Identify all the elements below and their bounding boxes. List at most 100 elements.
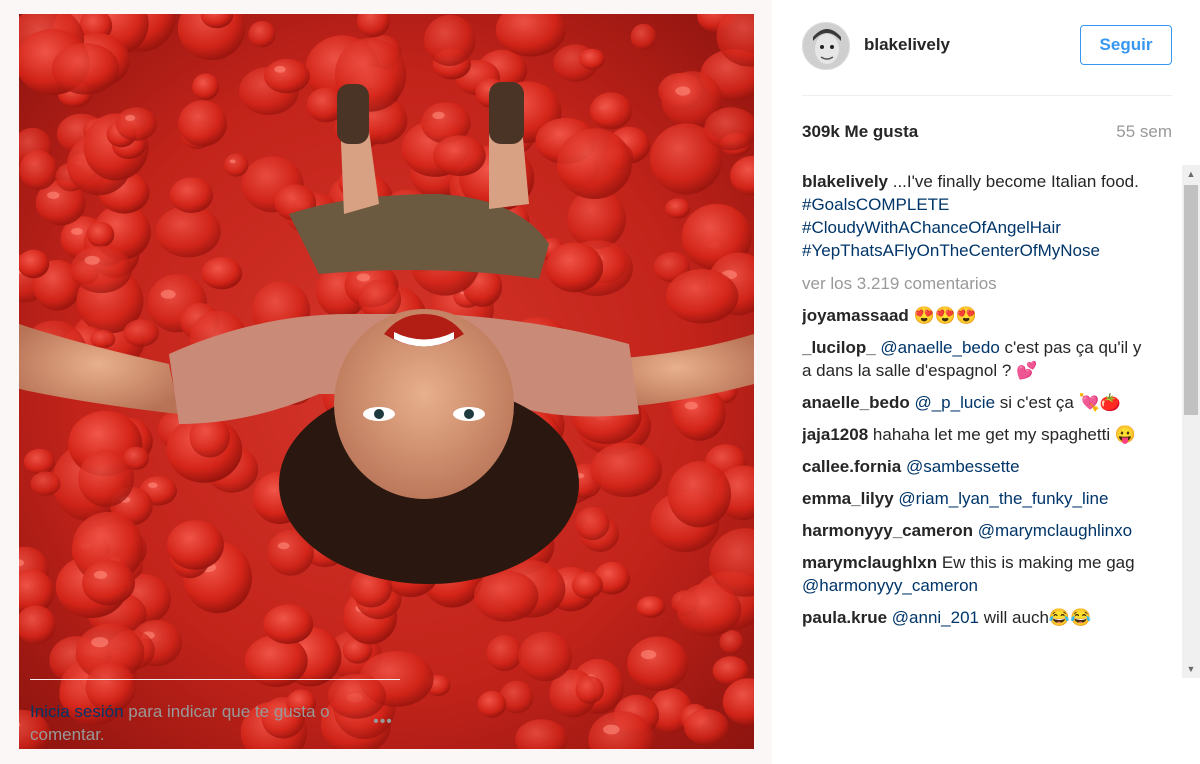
comment-text: 😍😍😍 — [908, 306, 978, 325]
tomato-shape — [248, 21, 276, 48]
login-link[interactable]: Inicia sesión — [30, 702, 124, 721]
tomato-highlight — [71, 227, 83, 235]
tomato-shape — [636, 596, 666, 618]
comment-container: joyamassaad 😍😍😍 _lucilop_ @anaelle_bedo c… — [802, 304, 1148, 629]
tomato-shape — [545, 242, 604, 293]
mention-link[interactable]: @_p_lucie — [914, 393, 995, 412]
tomato-shape — [474, 570, 539, 622]
divider — [30, 679, 400, 680]
tomato-shape — [433, 135, 486, 177]
hashtag[interactable]: #GoalsCOMPLETE — [802, 195, 949, 214]
tomato-shape — [263, 604, 314, 644]
tomato-highlight — [603, 724, 620, 735]
scroll-down-icon[interactable]: ▼ — [1182, 660, 1200, 678]
tomato-shape — [518, 631, 572, 682]
comment-username[interactable]: _lucilop_ — [802, 338, 876, 357]
caption-username[interactable]: blakelively — [802, 172, 888, 191]
mention-link[interactable]: @harmonyyy_cameron — [802, 576, 978, 595]
comment-username[interactable]: paula.krue — [802, 608, 887, 627]
follow-button[interactable]: Seguir — [1080, 25, 1172, 65]
likes-row: 309k Me gusta 55 sem — [802, 122, 1172, 144]
tomato-shape — [224, 153, 249, 177]
tomato-shape — [264, 58, 310, 94]
tomato-shape — [677, 582, 742, 637]
tomato-shape — [23, 448, 56, 475]
tomato-highlight — [148, 482, 158, 489]
tomato-highlight — [640, 649, 657, 660]
tomato-shape — [19, 249, 50, 279]
hashtag[interactable]: #YepThatsAFlyOnTheCenterOfMyNose — [802, 241, 1100, 260]
comment-item: paula.krue @anni_201 will auch😂😂 — [802, 606, 1148, 629]
tomato-shape — [358, 279, 402, 320]
view-all-comments-link[interactable]: ver los 3.219 comentarios — [802, 272, 1148, 295]
tomato-highlight — [91, 637, 109, 648]
comment-username[interactable]: jaja1208 — [802, 425, 868, 444]
tomato-highlight — [277, 542, 290, 550]
tomato-shape — [30, 471, 61, 496]
comment-item: marymclaughlxn Ew this is making me gag … — [802, 551, 1148, 597]
comment-text: Ew this is making me gag — [937, 553, 1135, 572]
tomato-shape — [684, 709, 729, 745]
comment-item: callee.fornia @sambessette — [802, 455, 1148, 478]
post-photo[interactable] — [19, 14, 754, 749]
mention-link[interactable]: @sambessette — [906, 457, 1020, 476]
comment-username[interactable]: marymclaughlxn — [802, 553, 937, 572]
tomato-shape — [627, 636, 689, 691]
tomato-shape — [51, 43, 120, 95]
tomato-highlight — [675, 86, 691, 96]
tomato-shape — [579, 48, 605, 70]
comment-item: joyamassaad 😍😍😍 — [802, 304, 1148, 327]
tomato-highlight — [684, 401, 698, 410]
tomato-shape — [86, 221, 115, 248]
tomato-shape — [589, 92, 633, 130]
likes-count[interactable]: 309k Me gusta — [802, 122, 918, 142]
scroll-up-icon[interactable]: ▲ — [1182, 165, 1200, 183]
tomato-highlight — [160, 289, 176, 299]
comment-username[interactable]: callee.fornia — [802, 457, 901, 476]
comment-username[interactable]: anaelle_bedo — [802, 393, 910, 412]
tomato-shape — [575, 506, 610, 541]
divider — [802, 95, 1172, 96]
photo-frame — [0, 0, 772, 764]
mention-link[interactable]: @anni_201 — [892, 608, 979, 627]
tomato-shape — [123, 319, 159, 347]
comment-text: hahaha let me get my spaghetti 😛 — [868, 425, 1137, 444]
post-time[interactable]: 55 sem — [1116, 122, 1172, 142]
mention-link[interactable]: @riam_lyan_the_funky_line — [898, 489, 1108, 508]
post-header: blakelively Seguir — [772, 0, 1172, 95]
login-prompt: Inicia sesión para indicar que te gusta … — [30, 700, 370, 746]
tomato-shape — [192, 73, 220, 101]
tomato-highlight — [47, 191, 60, 199]
caption: blakelively ...I've finally become Itali… — [802, 170, 1148, 262]
post-username[interactable]: blakelively — [864, 35, 950, 55]
tomato-highlight — [274, 65, 286, 73]
comment-item: harmonyyy_cameron @marymclaughlinxo — [802, 519, 1148, 542]
tomato-highlight — [93, 570, 108, 579]
post-side-panel: blakelively Seguir 309k Me gusta 55 sem … — [772, 0, 1200, 764]
comment-username[interactable]: joyamassaad — [802, 306, 909, 325]
tomato-shape — [90, 329, 116, 349]
more-options-icon[interactable]: ••• — [366, 712, 400, 732]
avatar[interactable] — [802, 22, 850, 70]
scroll-thumb[interactable] — [1184, 185, 1198, 415]
tomato-shape — [665, 269, 739, 324]
tomato-shape — [166, 520, 224, 570]
tomato-shape — [19, 150, 58, 190]
tomato-shape — [82, 560, 135, 606]
tomato-highlight — [84, 255, 100, 265]
comment-item: anaelle_bedo @_p_lucie si c'est ça 💘🍅 — [802, 391, 1148, 414]
comment-item: _lucilop_ @anaelle_bedo c'est pas ça qu'… — [802, 336, 1148, 382]
tomato-shape — [667, 461, 732, 528]
comment-username[interactable]: emma_lilyy — [802, 489, 894, 508]
hashtag[interactable]: #CloudyWithAChanceOfAngelHair — [802, 218, 1061, 237]
tomato-shape — [70, 245, 132, 294]
tomato-shape — [424, 14, 476, 66]
tomato-highlight — [356, 273, 371, 282]
mention-link[interactable]: @marymclaughlinxo — [978, 521, 1132, 540]
comments-scrollbar[interactable]: ▲ ▼ — [1182, 165, 1200, 678]
tomato-shape — [155, 205, 221, 258]
comments-list[interactable]: blakelively ...I've finally become Itali… — [802, 168, 1180, 678]
comment-username[interactable]: harmonyyy_cameron — [802, 521, 973, 540]
tomato-shape — [665, 198, 691, 219]
mention-link[interactable]: @anaelle_bedo — [880, 338, 999, 357]
